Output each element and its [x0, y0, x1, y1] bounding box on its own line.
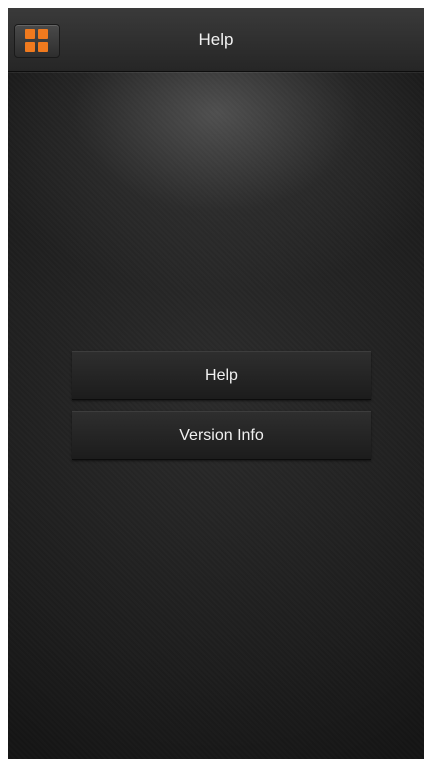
app-screen: Help Help Version Info: [8, 8, 424, 759]
title-bar: Help: [8, 8, 424, 72]
grid-square: [25, 29, 35, 39]
grid-square: [38, 42, 48, 52]
grid-square: [25, 42, 35, 52]
menu-button[interactable]: [14, 24, 60, 58]
page-title: Help: [198, 30, 234, 49]
version-info-button[interactable]: Version Info: [72, 411, 371, 460]
help-options: Help Version Info: [72, 351, 371, 471]
grid-icon: [25, 29, 49, 53]
help-button[interactable]: Help: [72, 351, 371, 400]
grid-square: [38, 29, 48, 39]
